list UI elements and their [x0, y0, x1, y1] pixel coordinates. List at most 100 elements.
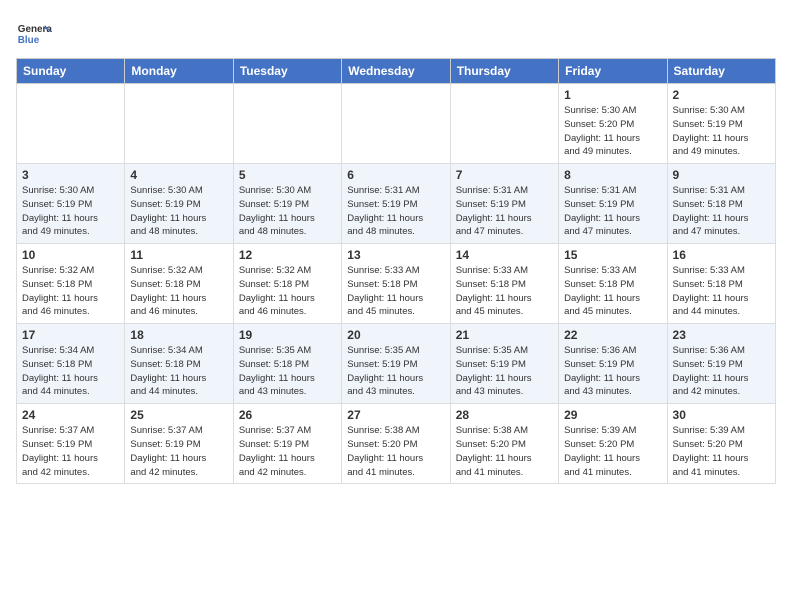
day-info: Sunrise: 5:31 AM Sunset: 5:18 PM Dayligh…	[673, 184, 770, 239]
calendar-cell: 21 Sunrise: 5:35 AM Sunset: 5:19 PM Dayli…	[450, 324, 558, 404]
day-number: 12	[239, 248, 336, 262]
weekday-header-wednesday: Wednesday	[342, 59, 450, 84]
day-info: Sunrise: 5:39 AM Sunset: 5:20 PM Dayligh…	[673, 424, 770, 479]
weekday-header-monday: Monday	[125, 59, 233, 84]
calendar-cell: 14 Sunrise: 5:33 AM Sunset: 5:18 PM Dayli…	[450, 244, 558, 324]
day-info: Sunrise: 5:33 AM Sunset: 5:18 PM Dayligh…	[456, 264, 553, 319]
weekday-header-saturday: Saturday	[667, 59, 775, 84]
day-number: 3	[22, 168, 119, 182]
day-number: 27	[347, 408, 444, 422]
day-number: 21	[456, 328, 553, 342]
day-number: 7	[456, 168, 553, 182]
calendar-cell: 19 Sunrise: 5:35 AM Sunset: 5:18 PM Dayli…	[233, 324, 341, 404]
day-info: Sunrise: 5:32 AM Sunset: 5:18 PM Dayligh…	[239, 264, 336, 319]
day-info: Sunrise: 5:38 AM Sunset: 5:20 PM Dayligh…	[456, 424, 553, 479]
calendar-cell	[342, 84, 450, 164]
day-number: 19	[239, 328, 336, 342]
calendar-table: SundayMondayTuesdayWednesdayThursdayFrid…	[16, 58, 776, 484]
day-number: 15	[564, 248, 661, 262]
day-number: 24	[22, 408, 119, 422]
day-number: 6	[347, 168, 444, 182]
day-number: 16	[673, 248, 770, 262]
day-number: 25	[130, 408, 227, 422]
day-info: Sunrise: 5:32 AM Sunset: 5:18 PM Dayligh…	[130, 264, 227, 319]
calendar-cell: 2Sunrise: 5:30 AM Sunset: 5:19 PM Daylig…	[667, 84, 775, 164]
weekday-header-thursday: Thursday	[450, 59, 558, 84]
calendar-cell	[125, 84, 233, 164]
day-info: Sunrise: 5:37 AM Sunset: 5:19 PM Dayligh…	[22, 424, 119, 479]
calendar-cell: 27 Sunrise: 5:38 AM Sunset: 5:20 PM Dayli…	[342, 404, 450, 484]
day-number: 9	[673, 168, 770, 182]
calendar-cell: 12 Sunrise: 5:32 AM Sunset: 5:18 PM Dayli…	[233, 244, 341, 324]
day-info: Sunrise: 5:31 AM Sunset: 5:19 PM Dayligh…	[564, 184, 661, 239]
day-number: 4	[130, 168, 227, 182]
calendar-cell: 6 Sunrise: 5:31 AM Sunset: 5:19 PM Daylig…	[342, 164, 450, 244]
day-number: 2	[673, 88, 770, 102]
day-number: 30	[673, 408, 770, 422]
calendar-cell	[17, 84, 125, 164]
day-info: Sunrise: 5:35 AM Sunset: 5:19 PM Dayligh…	[347, 344, 444, 399]
day-number: 5	[239, 168, 336, 182]
calendar-cell: 11Sunrise: 5:32 AM Sunset: 5:18 PM Dayli…	[125, 244, 233, 324]
weekday-header-row: SundayMondayTuesdayWednesdayThursdayFrid…	[17, 59, 776, 84]
day-number: 28	[456, 408, 553, 422]
logo: General Blue	[16, 16, 52, 52]
weekday-header-sunday: Sunday	[17, 59, 125, 84]
day-number: 29	[564, 408, 661, 422]
day-info: Sunrise: 5:30 AM Sunset: 5:19 PM Dayligh…	[130, 184, 227, 239]
day-info: Sunrise: 5:33 AM Sunset: 5:18 PM Dayligh…	[564, 264, 661, 319]
day-info: Sunrise: 5:34 AM Sunset: 5:18 PM Dayligh…	[130, 344, 227, 399]
calendar-cell: 5 Sunrise: 5:30 AM Sunset: 5:19 PM Daylig…	[233, 164, 341, 244]
day-number: 1	[564, 88, 661, 102]
calendar-cell: 1 Sunrise: 5:30 AM Sunset: 5:20 PM Daylig…	[559, 84, 667, 164]
day-info: Sunrise: 5:37 AM Sunset: 5:19 PM Dayligh…	[239, 424, 336, 479]
day-number: 17	[22, 328, 119, 342]
calendar-cell: 3 Sunrise: 5:30 AM Sunset: 5:19 PM Daylig…	[17, 164, 125, 244]
calendar-cell: 16 Sunrise: 5:33 AM Sunset: 5:18 PM Dayli…	[667, 244, 775, 324]
svg-text:General: General	[18, 24, 52, 35]
calendar-cell	[233, 84, 341, 164]
calendar-cell: 29 Sunrise: 5:39 AM Sunset: 5:20 PM Dayli…	[559, 404, 667, 484]
day-info: Sunrise: 5:38 AM Sunset: 5:20 PM Dayligh…	[347, 424, 444, 479]
weekday-header-friday: Friday	[559, 59, 667, 84]
day-number: 23	[673, 328, 770, 342]
day-info: Sunrise: 5:30 AM Sunset: 5:20 PM Dayligh…	[564, 104, 661, 159]
calendar-cell: 28 Sunrise: 5:38 AM Sunset: 5:20 PM Dayli…	[450, 404, 558, 484]
calendar-cell: 13Sunrise: 5:33 AM Sunset: 5:18 PM Dayli…	[342, 244, 450, 324]
logo-svg: General Blue	[16, 16, 52, 52]
day-number: 14	[456, 248, 553, 262]
calendar-week-3: 10 Sunrise: 5:32 AM Sunset: 5:18 PM Dayli…	[17, 244, 776, 324]
day-info: Sunrise: 5:34 AM Sunset: 5:18 PM Dayligh…	[22, 344, 119, 399]
calendar-cell: 26 Sunrise: 5:37 AM Sunset: 5:19 PM Dayli…	[233, 404, 341, 484]
day-info: Sunrise: 5:36 AM Sunset: 5:19 PM Dayligh…	[564, 344, 661, 399]
day-number: 18	[130, 328, 227, 342]
day-info: Sunrise: 5:39 AM Sunset: 5:20 PM Dayligh…	[564, 424, 661, 479]
calendar-cell: 25Sunrise: 5:37 AM Sunset: 5:19 PM Dayli…	[125, 404, 233, 484]
calendar-week-4: 17 Sunrise: 5:34 AM Sunset: 5:18 PM Dayli…	[17, 324, 776, 404]
calendar-cell: 20 Sunrise: 5:35 AM Sunset: 5:19 PM Dayli…	[342, 324, 450, 404]
day-info: Sunrise: 5:32 AM Sunset: 5:18 PM Dayligh…	[22, 264, 119, 319]
calendar-cell: 23 Sunrise: 5:36 AM Sunset: 5:19 PM Dayli…	[667, 324, 775, 404]
calendar-cell: 22 Sunrise: 5:36 AM Sunset: 5:19 PM Dayli…	[559, 324, 667, 404]
weekday-header-tuesday: Tuesday	[233, 59, 341, 84]
day-info: Sunrise: 5:31 AM Sunset: 5:19 PM Dayligh…	[456, 184, 553, 239]
day-info: Sunrise: 5:36 AM Sunset: 5:19 PM Dayligh…	[673, 344, 770, 399]
calendar-cell: 7 Sunrise: 5:31 AM Sunset: 5:19 PM Daylig…	[450, 164, 558, 244]
day-number: 22	[564, 328, 661, 342]
day-info: Sunrise: 5:35 AM Sunset: 5:18 PM Dayligh…	[239, 344, 336, 399]
day-info: Sunrise: 5:33 AM Sunset: 5:18 PM Dayligh…	[673, 264, 770, 319]
calendar-week-2: 3 Sunrise: 5:30 AM Sunset: 5:19 PM Daylig…	[17, 164, 776, 244]
calendar-cell: 18 Sunrise: 5:34 AM Sunset: 5:18 PM Dayli…	[125, 324, 233, 404]
calendar-week-5: 24 Sunrise: 5:37 AM Sunset: 5:19 PM Dayli…	[17, 404, 776, 484]
day-number: 26	[239, 408, 336, 422]
calendar-week-1: 1 Sunrise: 5:30 AM Sunset: 5:20 PM Daylig…	[17, 84, 776, 164]
calendar-cell: 8 Sunrise: 5:31 AM Sunset: 5:19 PM Daylig…	[559, 164, 667, 244]
day-number: 10	[22, 248, 119, 262]
day-info: Sunrise: 5:35 AM Sunset: 5:19 PM Dayligh…	[456, 344, 553, 399]
day-number: 20	[347, 328, 444, 342]
day-info: Sunrise: 5:30 AM Sunset: 5:19 PM Dayligh…	[22, 184, 119, 239]
calendar-cell: 30 Sunrise: 5:39 AM Sunset: 5:20 PM Dayli…	[667, 404, 775, 484]
day-info: Sunrise: 5:30 AM Sunset: 5:19 PM Dayligh…	[239, 184, 336, 239]
day-number: 8	[564, 168, 661, 182]
day-info: Sunrise: 5:31 AM Sunset: 5:19 PM Dayligh…	[347, 184, 444, 239]
